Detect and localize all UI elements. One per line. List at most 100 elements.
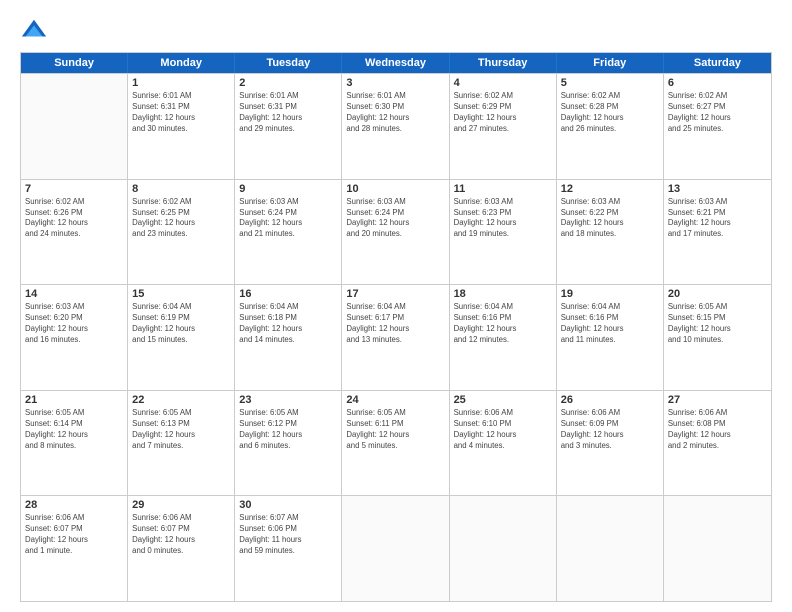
- calendar-day-2: 2 Sunrise: 6:01 AM Sunset: 6:31 PM Daylig…: [235, 74, 342, 179]
- calendar-day-5: 5 Sunrise: 6:02 AM Sunset: 6:28 PM Daylig…: [557, 74, 664, 179]
- day-number: 17: [346, 288, 444, 300]
- calendar-day-25: 25Sunrise: 6:06 AM Sunset: 6:10 PM Dayli…: [450, 391, 557, 496]
- day-number: 24: [346, 394, 444, 406]
- calendar-day-26: 26 Sunrise: 6:06 AM Sunset: 6:09 PM Dayli…: [557, 391, 664, 496]
- day-info: Sunrise: 6:06 AM Sunset: 6:10 PM Dayligh…: [454, 408, 552, 452]
- day-info: Sunrise: 6:02 AM Sunset: 6:27 PM Dayligh…: [668, 91, 767, 135]
- day-info: Sunrise: 6:03 AM Sunset: 6:22 PM Dayligh…: [561, 197, 659, 241]
- day-info: Sunrise: 6:04 AM Sunset: 6:19 PM Dayligh…: [132, 302, 230, 346]
- header-day-sunday: Sunday: [21, 53, 128, 73]
- day-number: 22: [132, 394, 230, 406]
- day-info: Sunrise: 6:05 AM Sunset: 6:14 PM Dayligh…: [25, 408, 123, 452]
- day-number: 27: [668, 394, 767, 406]
- day-info: Sunrise: 6:06 AM Sunset: 6:09 PM Dayligh…: [561, 408, 659, 452]
- calendar-day-17: 17 Sunrise: 6:04 AM Sunset: 6:17 PM Dayli…: [342, 285, 449, 390]
- calendar-day-20: 20 Sunrise: 6:05 AM Sunset: 6:15 PM Dayli…: [664, 285, 771, 390]
- day-number: 16: [239, 288, 337, 300]
- calendar-day-22: 22 Sunrise: 6:05 AM Sunset: 6:13 PM Dayli…: [128, 391, 235, 496]
- day-number: 4: [454, 77, 552, 89]
- day-info: Sunrise: 6:04 AM Sunset: 6:16 PM Dayligh…: [561, 302, 659, 346]
- day-number: 28: [25, 499, 123, 511]
- header-day-friday: Friday: [557, 53, 664, 73]
- calendar-day-empty-0-0: [21, 74, 128, 179]
- day-info: Sunrise: 6:02 AM Sunset: 6:26 PM Dayligh…: [25, 197, 123, 241]
- calendar-row-1: 7 Sunrise: 6:02 AM Sunset: 6:26 PM Daylig…: [21, 179, 771, 285]
- day-info: Sunrise: 6:01 AM Sunset: 6:31 PM Dayligh…: [132, 91, 230, 135]
- calendar-body: 1 Sunrise: 6:01 AM Sunset: 6:31 PM Daylig…: [21, 73, 771, 601]
- calendar-row-3: 21 Sunrise: 6:05 AM Sunset: 6:14 PM Dayli…: [21, 390, 771, 496]
- day-info: Sunrise: 6:03 AM Sunset: 6:21 PM Dayligh…: [668, 197, 767, 241]
- day-number: 14: [25, 288, 123, 300]
- calendar-day-9: 9 Sunrise: 6:03 AM Sunset: 6:24 PM Daylig…: [235, 180, 342, 285]
- calendar-day-empty-4-3: [342, 496, 449, 601]
- calendar-row-2: 14Sunrise: 6:03 AM Sunset: 6:20 PM Dayli…: [21, 284, 771, 390]
- calendar-day-12: 12Sunrise: 6:03 AM Sunset: 6:22 PM Dayli…: [557, 180, 664, 285]
- day-info: Sunrise: 6:03 AM Sunset: 6:24 PM Dayligh…: [239, 197, 337, 241]
- day-number: 26: [561, 394, 659, 406]
- calendar-day-13: 13 Sunrise: 6:03 AM Sunset: 6:21 PM Dayli…: [664, 180, 771, 285]
- calendar-day-empty-4-6: [664, 496, 771, 601]
- day-number: 30: [239, 499, 337, 511]
- logo: [20, 16, 52, 44]
- calendar-day-11: 11 Sunrise: 6:03 AM Sunset: 6:23 PM Dayli…: [450, 180, 557, 285]
- day-number: 10: [346, 183, 444, 195]
- calendar-day-3: 3 Sunrise: 6:01 AM Sunset: 6:30 PM Daylig…: [342, 74, 449, 179]
- day-number: 23: [239, 394, 337, 406]
- day-info: Sunrise: 6:06 AM Sunset: 6:08 PM Dayligh…: [668, 408, 767, 452]
- calendar-day-19: 19 Sunrise: 6:04 AM Sunset: 6:16 PM Dayli…: [557, 285, 664, 390]
- day-info: Sunrise: 6:01 AM Sunset: 6:30 PM Dayligh…: [346, 91, 444, 135]
- day-info: Sunrise: 6:06 AM Sunset: 6:07 PM Dayligh…: [132, 513, 230, 557]
- day-number: 6: [668, 77, 767, 89]
- calendar-day-15: 15 Sunrise: 6:04 AM Sunset: 6:19 PM Dayli…: [128, 285, 235, 390]
- day-number: 11: [454, 183, 552, 195]
- header-day-monday: Monday: [128, 53, 235, 73]
- calendar-day-6: 6 Sunrise: 6:02 AM Sunset: 6:27 PM Daylig…: [664, 74, 771, 179]
- day-info: Sunrise: 6:07 AM Sunset: 6:06 PM Dayligh…: [239, 513, 337, 557]
- day-info: Sunrise: 6:05 AM Sunset: 6:15 PM Dayligh…: [668, 302, 767, 346]
- calendar-day-16: 16 Sunrise: 6:04 AM Sunset: 6:18 PM Dayli…: [235, 285, 342, 390]
- day-info: Sunrise: 6:05 AM Sunset: 6:12 PM Dayligh…: [239, 408, 337, 452]
- day-number: 1: [132, 77, 230, 89]
- calendar-day-4: 4Sunrise: 6:02 AM Sunset: 6:29 PM Daylig…: [450, 74, 557, 179]
- calendar-day-7: 7 Sunrise: 6:02 AM Sunset: 6:26 PM Daylig…: [21, 180, 128, 285]
- calendar-day-30: 30 Sunrise: 6:07 AM Sunset: 6:06 PM Dayli…: [235, 496, 342, 601]
- day-number: 9: [239, 183, 337, 195]
- day-number: 18: [454, 288, 552, 300]
- calendar-day-8: 8Sunrise: 6:02 AM Sunset: 6:25 PM Daylig…: [128, 180, 235, 285]
- calendar-day-24: 24 Sunrise: 6:05 AM Sunset: 6:11 PM Dayli…: [342, 391, 449, 496]
- header-day-wednesday: Wednesday: [342, 53, 449, 73]
- day-info: Sunrise: 6:02 AM Sunset: 6:28 PM Dayligh…: [561, 91, 659, 135]
- calendar-day-14: 14Sunrise: 6:03 AM Sunset: 6:20 PM Dayli…: [21, 285, 128, 390]
- calendar-row-4: 28 Sunrise: 6:06 AM Sunset: 6:07 PM Dayli…: [21, 495, 771, 601]
- day-info: Sunrise: 6:04 AM Sunset: 6:17 PM Dayligh…: [346, 302, 444, 346]
- day-info: Sunrise: 6:05 AM Sunset: 6:11 PM Dayligh…: [346, 408, 444, 452]
- header-day-tuesday: Tuesday: [235, 53, 342, 73]
- day-number: 5: [561, 77, 659, 89]
- calendar-header: SundayMondayTuesdayWednesdayThursdayFrid…: [21, 53, 771, 73]
- day-info: Sunrise: 6:01 AM Sunset: 6:31 PM Dayligh…: [239, 91, 337, 135]
- day-number: 2: [239, 77, 337, 89]
- day-info: Sunrise: 6:03 AM Sunset: 6:23 PM Dayligh…: [454, 197, 552, 241]
- day-number: 21: [25, 394, 123, 406]
- calendar-row-0: 1 Sunrise: 6:01 AM Sunset: 6:31 PM Daylig…: [21, 73, 771, 179]
- calendar-day-23: 23 Sunrise: 6:05 AM Sunset: 6:12 PM Dayli…: [235, 391, 342, 496]
- calendar-day-10: 10 Sunrise: 6:03 AM Sunset: 6:24 PM Dayli…: [342, 180, 449, 285]
- calendar-day-empty-4-5: [557, 496, 664, 601]
- day-number: 3: [346, 77, 444, 89]
- day-info: Sunrise: 6:03 AM Sunset: 6:24 PM Dayligh…: [346, 197, 444, 241]
- day-info: Sunrise: 6:04 AM Sunset: 6:18 PM Dayligh…: [239, 302, 337, 346]
- calendar-day-29: 29 Sunrise: 6:06 AM Sunset: 6:07 PM Dayli…: [128, 496, 235, 601]
- day-info: Sunrise: 6:05 AM Sunset: 6:13 PM Dayligh…: [132, 408, 230, 452]
- calendar-day-empty-4-4: [450, 496, 557, 601]
- day-info: Sunrise: 6:04 AM Sunset: 6:16 PM Dayligh…: [454, 302, 552, 346]
- calendar-day-28: 28Sunrise: 6:06 AM Sunset: 6:07 PM Dayli…: [21, 496, 128, 601]
- day-number: 20: [668, 288, 767, 300]
- day-number: 7: [25, 183, 123, 195]
- page-header: [20, 16, 772, 44]
- day-number: 29: [132, 499, 230, 511]
- calendar-day-21: 21 Sunrise: 6:05 AM Sunset: 6:14 PM Dayli…: [21, 391, 128, 496]
- day-number: 15: [132, 288, 230, 300]
- day-number: 13: [668, 183, 767, 195]
- day-number: 19: [561, 288, 659, 300]
- calendar: SundayMondayTuesdayWednesdayThursdayFrid…: [20, 52, 772, 602]
